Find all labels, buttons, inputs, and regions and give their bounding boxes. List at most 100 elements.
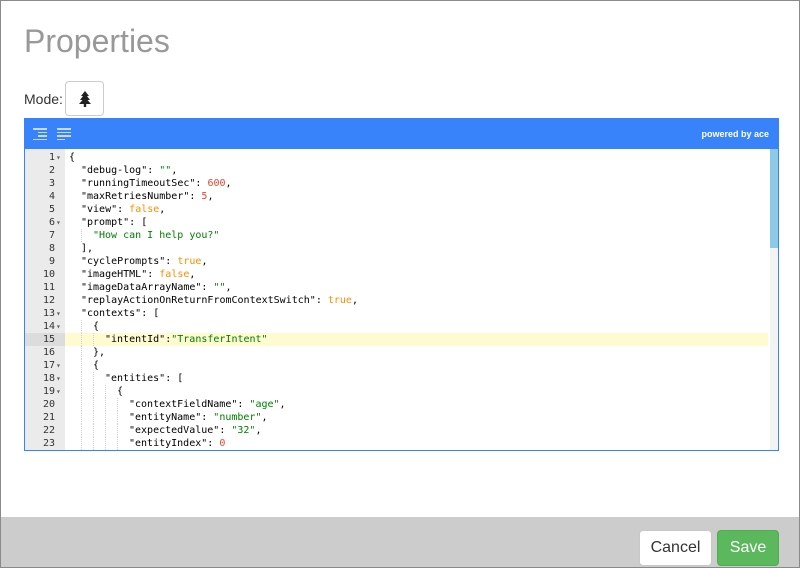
code-token: "view" (81, 204, 118, 215)
code-token: : (201, 412, 214, 423)
code-token: "debug-log" (81, 165, 148, 176)
format-json-button[interactable] (33, 125, 51, 143)
code-token: : (189, 191, 202, 202)
code-line[interactable]: 20 "contextFieldName": "age", (25, 398, 778, 411)
code-text: "imageHTML": false, (81, 268, 195, 281)
code-token: : (219, 425, 232, 436)
dialog-footer: Cancel Save (1, 517, 799, 567)
fold-toggle-icon[interactable]: ▾ (56, 372, 61, 385)
code-token: "entities" (105, 373, 166, 384)
indent-guide (81, 385, 82, 398)
code-line[interactable]: 1 ▾ { (25, 151, 778, 164)
code-text: "imageDataArrayName": "", (81, 281, 232, 294)
code-line[interactable]: 14 ▾ { (25, 320, 778, 333)
fold-toggle-icon[interactable]: ▾ (56, 151, 61, 164)
editor-body[interactable]: 1 ▾{2 "debug-log": "", 3 "runningTimeoutSec"… (25, 149, 778, 450)
code-token: { (93, 360, 100, 371)
code-line[interactable]: 2 "debug-log": "", (25, 164, 778, 177)
save-button[interactable]: Save (717, 530, 779, 566)
compact-json-button[interactable] (57, 125, 75, 143)
code-token: : (117, 204, 130, 215)
line-number: 6 (48, 217, 55, 228)
editor-scrollbar[interactable] (770, 149, 778, 450)
line-number: 16 (42, 347, 55, 358)
code-token: "cyclePrompts" (81, 256, 166, 267)
code-token: "How can I help you?" (93, 230, 220, 241)
code-line[interactable]: 9 "cyclePrompts": true, (25, 255, 778, 268)
fold-toggle-icon[interactable]: ▾ (56, 307, 61, 320)
indent-guide (93, 411, 94, 424)
code-line[interactable]: 23 "entityIndex": 0 (25, 437, 778, 450)
code-line[interactable]: 17 ▾ { (25, 359, 778, 372)
code-line[interactable]: 4 "maxRetriesNumber": 5, (25, 190, 778, 203)
code-text: { (93, 320, 99, 333)
code-token: , (207, 191, 214, 202)
code-token: "number" (213, 412, 262, 423)
indent-guide (93, 424, 94, 437)
indent-guide (93, 437, 94, 450)
mode-tree-button[interactable] (65, 81, 104, 116)
code-token: "intentId" (105, 334, 166, 345)
code-token: , (189, 269, 196, 280)
fold-toggle-icon[interactable]: ▾ (56, 216, 61, 229)
json-editor[interactable]: powered by ace 1 ▾{2 "debug-log": "", 3 "run… (24, 118, 779, 451)
code-line[interactable]: 15 "intentId":"TransferIntent" (25, 333, 778, 346)
code-line[interactable]: 5 "view": false, (25, 203, 778, 216)
page-title: Properties (24, 23, 170, 59)
fold-toggle-icon[interactable]: ▾ (56, 359, 61, 372)
code-token: 600 (207, 178, 226, 189)
code-text: "replayActionOnReturnFromContextSwitch":… (81, 294, 358, 307)
code-token: , (159, 204, 166, 215)
code-line[interactable]: 13 ▾ "contexts": [ (25, 307, 778, 320)
code-token: , (171, 165, 178, 176)
code-token: "maxRetriesNumber" (81, 191, 190, 202)
code-token: : [ (141, 308, 160, 319)
code-token: "" (213, 282, 226, 293)
code-line[interactable]: 21 "entityName": "number", (25, 411, 778, 424)
code-token: true (327, 295, 352, 306)
code-text: "prompt": [ (81, 216, 147, 229)
code-token: : (207, 438, 220, 449)
indent-guide (81, 398, 82, 411)
code-token: true (177, 256, 202, 267)
line-number: 17 (42, 360, 55, 371)
indent-guide (117, 437, 118, 450)
code-line[interactable]: 7 "How can I help you?" (25, 229, 778, 242)
code-line[interactable]: 8], (25, 242, 778, 255)
line-number: 4 (48, 191, 55, 202)
code-token: "entityIndex" (129, 438, 208, 449)
code-text: { (93, 359, 99, 372)
code-token: , (201, 256, 208, 267)
format-icon (33, 128, 47, 130)
editor-scrollbar-thumb[interactable] (770, 149, 778, 248)
code-line[interactable]: 22 "expectedValue": "32", (25, 424, 778, 437)
code-line[interactable]: 6 ▾ "prompt": [ (25, 216, 778, 229)
cancel-button[interactable]: Cancel (639, 530, 712, 566)
indent-guide (81, 372, 82, 385)
code-line[interactable]: 11 "imageDataArrayName": "", (25, 281, 778, 294)
code-line[interactable]: 16}, (25, 346, 778, 359)
code-token: : (195, 178, 208, 189)
line-number: 22 (42, 425, 55, 436)
code-line[interactable]: 18 ▾ "entities": [ (25, 372, 778, 385)
line-number: 13 (42, 308, 55, 319)
code-line[interactable]: 3 "runningTimeoutSec": 600, (25, 177, 778, 190)
fold-toggle-icon[interactable]: ▾ (56, 320, 61, 333)
code-token: { (117, 386, 124, 397)
indent-guide (93, 385, 94, 398)
indent-guide (81, 229, 82, 242)
line-number: 8 (48, 243, 55, 254)
fold-toggle-icon[interactable]: ▾ (56, 385, 61, 398)
code-line[interactable]: 12 "replayActionOnReturnFromContextSwitch… (25, 294, 778, 307)
code-token: , (255, 425, 262, 436)
code-line[interactable]: 19 ▾ { (25, 385, 778, 398)
powered-by-ace: powered by ace (701, 129, 769, 139)
line-number: 2 (48, 165, 55, 176)
code-text: "runningTimeoutSec": 600, (81, 177, 232, 190)
format-icon-line (33, 138, 47, 140)
line-number: 1 (48, 152, 55, 163)
code-token: "32" (231, 425, 256, 436)
indent-guide (81, 411, 82, 424)
code-line[interactable]: 10 "imageHTML": false, (25, 268, 778, 281)
indent-guide (81, 320, 82, 333)
